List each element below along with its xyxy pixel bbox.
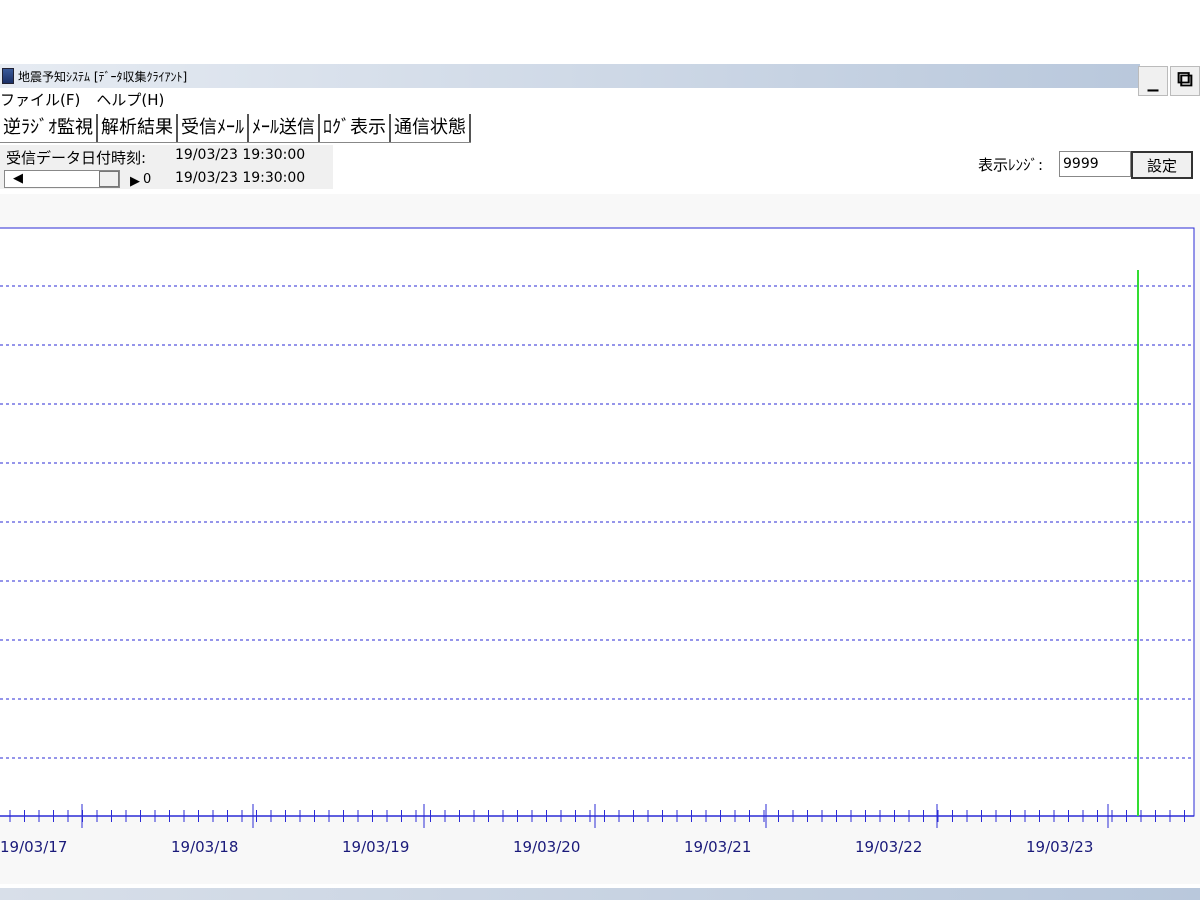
scroll-right-arrow-icon[interactable]: ▶ [130,174,140,189]
x-tick-label: 19/03/22 [855,838,922,856]
second-window-titlebar [0,888,1200,900]
window-controls: _ ⧉ [1138,64,1200,96]
tab-received-mail[interactable]: 受信ﾒｰﾙ [178,114,249,142]
received-datetime-label: 受信データ日付時刻: [6,149,147,167]
tab-communication-status[interactable]: 通信状態 [391,114,471,142]
x-tick-label: 19/03/21 [684,838,751,856]
x-tick-label: 19/03/20 [513,838,580,856]
x-tick-label: 19/03/19 [342,838,409,856]
app-icon [2,68,14,84]
info-display-box [333,145,970,189]
menu-file[interactable]: ファイル(F) [0,89,80,110]
display-range-label: 表示ﾚﾝｼﾞ: [978,156,1044,174]
tab-analysis-results[interactable]: 解析結果 [98,114,178,142]
monitor-chart: 19/03/17 19/03/18 19/03/19 19/03/20 19/03/21… [0,227,1195,856]
tab-reverse-radio-monitor[interactable]: 逆ﾗｼﾞｵ監視 [0,114,98,142]
scroll-left-arrow-icon[interactable]: ◀ [13,171,23,186]
scroll-thumb[interactable] [99,171,119,187]
tab-bar: 逆ﾗｼﾞｵ監視 解析結果 受信ﾒｰﾙ ﾒｰﾙ送信 ﾛｸﾞ表示 通信状態 [0,114,471,143]
received-datetime-value: 19/03/23 19:30:00 [175,147,306,163]
display-range-input[interactable] [1059,151,1131,177]
set-button[interactable]: 設定 [1131,151,1193,179]
minimize-button[interactable]: _ [1138,66,1168,96]
time-scrollbar[interactable]: ◀ [4,170,120,188]
x-tick-label: 19/03/17 [0,838,67,856]
current-datetime-value: 19/03/23 19:30:00 [175,170,306,186]
window-titlebar[interactable]: 地震予知ｼｽﾃﾑ [ﾃﾞｰﾀ収集ｸﾗｲｱﾝﾄ] [0,64,1140,88]
scroll-value: 0 [143,172,152,187]
window-title: 地震予知ｼｽﾃﾑ [ﾃﾞｰﾀ収集ｸﾗｲｱﾝﾄ] [18,69,188,84]
tab-send-mail[interactable]: ﾒｰﾙ送信 [249,114,320,142]
x-tick-label: 19/03/18 [171,838,238,856]
menu-help[interactable]: ヘルプ(H) [96,89,164,110]
info-panel: 受信データ日付時刻: 19/03/23 19:30:00 19/03/23 19… [0,145,970,189]
x-tick-label: 19/03/23 [1026,838,1093,856]
tab-log-view[interactable]: ﾛｸﾞ表示 [320,114,391,142]
restore-button[interactable]: ⧉ [1170,66,1200,96]
menubar: ファイル(F) ヘルプ(H) [0,88,1140,110]
graph-area: 19/03/17 19/03/18 19/03/19 19/03/20 19/03/21… [0,194,1200,884]
